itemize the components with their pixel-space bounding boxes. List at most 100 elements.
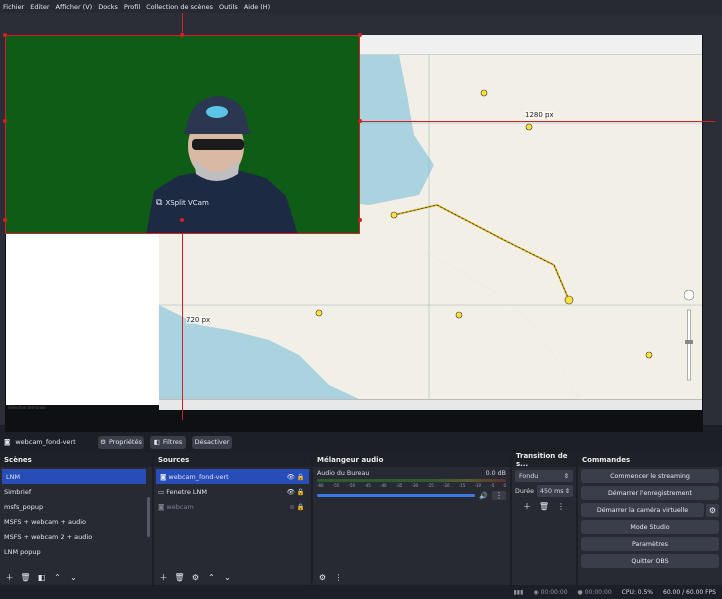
kebab-menu-icon[interactable]: ⋮ xyxy=(492,491,506,500)
scene-item[interactable]: MSFS + webcam + audio xyxy=(0,514,152,529)
pan-control[interactable] xyxy=(684,290,694,301)
quit-button[interactable]: Quitter OBS xyxy=(581,554,719,568)
scene-item[interactable]: Simbrief xyxy=(0,484,152,499)
start-streaming-button[interactable]: Commencer le streaming xyxy=(581,469,719,483)
duration-label: Durée xyxy=(515,487,535,495)
camera-icon: ◙ xyxy=(4,438,11,446)
menu-scene-collection[interactable]: Collection de scènes xyxy=(146,3,213,11)
airport-marker xyxy=(390,211,398,219)
lock-icon[interactable]: 🔒 xyxy=(297,488,305,496)
map-status-text: Sélection terminée xyxy=(8,405,46,410)
scene-filter-icon[interactable]: ◧ xyxy=(36,572,47,583)
kebab-menu-icon[interactable]: ⋮ xyxy=(333,572,344,583)
menu-view[interactable]: Afficher (V) xyxy=(56,3,93,11)
tick-label: -60 xyxy=(317,483,324,488)
source-item-left: ◙ webcam xyxy=(158,503,194,511)
chevron-down-icon[interactable]: ⌄ xyxy=(222,572,233,583)
eye-off-icon[interactable]: ⊘ xyxy=(289,503,294,511)
filters-label: Filtres xyxy=(162,438,183,446)
trash-icon[interactable]: 🗑 xyxy=(174,572,185,583)
lock-icon[interactable]: 🔒 xyxy=(297,503,305,511)
airport-marker xyxy=(564,295,574,305)
transition-title: Transition de s... xyxy=(512,452,576,468)
chevron-up-icon[interactable]: ⌃ xyxy=(206,572,217,583)
preview-area[interactable]: Sélection terminée ⧉ XSplit VCam 1280 px… xyxy=(0,13,722,433)
resize-handle[interactable] xyxy=(3,218,7,222)
start-virtual-camera-button[interactable]: Démarrer la caméra virtuelle xyxy=(581,503,704,517)
kebab-menu-icon[interactable]: ⋮ xyxy=(556,501,567,512)
map-zoom-control[interactable] xyxy=(684,290,694,390)
vcam-watermark: ⧉ XSplit VCam xyxy=(156,198,209,208)
chevron-down-icon[interactable]: ⌄ xyxy=(68,572,79,583)
advanced-audio-icon[interactable]: ⚙ xyxy=(317,572,328,583)
settings-button[interactable]: Paramètres xyxy=(581,537,719,551)
menu-profile[interactable]: Profil xyxy=(124,3,140,11)
source-item[interactable]: ◙ webcam ⊘ 🔒 xyxy=(154,499,311,514)
scenes-scrollbar[interactable] xyxy=(147,497,150,537)
properties-button[interactable]: ⚙ Propriétés xyxy=(98,435,144,449)
distance-label-bottom: 720 px xyxy=(186,316,211,324)
scene-item[interactable]: msfs_popup xyxy=(0,499,152,514)
source-item[interactable]: ▭ Fenetre LNM 👁 🔒 xyxy=(154,484,311,499)
tick-label: 0 xyxy=(503,483,506,488)
trash-icon[interactable]: 🗑 xyxy=(20,572,31,583)
rec-status: ● 00:00:00 xyxy=(578,589,612,596)
chevron-up-icon[interactable]: ⌃ xyxy=(52,572,63,583)
gear-icon[interactable]: ⚙ xyxy=(190,572,201,583)
tick-label: -45 xyxy=(364,483,371,488)
commands-dock: Commandes Commencer le streaming Démarre… xyxy=(578,453,722,585)
source-item-label: webcam_fond-vert xyxy=(168,472,229,481)
speaker-icon[interactable]: 🔊 xyxy=(479,492,488,500)
zoom-thumb[interactable] xyxy=(685,340,693,344)
resize-handle[interactable] xyxy=(358,218,362,222)
commands-title: Commandes xyxy=(578,453,722,467)
scene-item[interactable]: LNM xyxy=(2,469,146,484)
lock-icon[interactable]: 🔒 xyxy=(297,473,305,481)
start-recording-button[interactable]: Démarrer l'enregistrement xyxy=(581,486,719,500)
duration-value: 450 ms xyxy=(540,487,564,495)
menu-help[interactable]: Aide (H) xyxy=(244,3,270,11)
transition-controls: ＋ 🗑 ⋮ xyxy=(512,501,576,512)
mixer-db-value: 0.0 dB xyxy=(485,470,506,477)
menu-tools[interactable]: Outils xyxy=(219,3,238,11)
source-item[interactable]: ◙ webcam_fond-vert 👁 🔒 xyxy=(156,469,309,484)
gear-icon[interactable]: ⚙ xyxy=(706,503,719,517)
zoom-slider[interactable] xyxy=(687,309,691,381)
eye-icon[interactable]: 👁 xyxy=(287,473,295,481)
sunglasses xyxy=(192,139,244,150)
eye-icon[interactable]: 👁 xyxy=(287,488,295,496)
resize-handle[interactable] xyxy=(358,33,362,37)
add-scene-icon[interactable]: ＋ xyxy=(4,572,15,583)
stream-time: 00:00:00 xyxy=(540,588,568,596)
transition-type-select[interactable]: Fondu ⇕ xyxy=(515,470,573,482)
audio-mixer-dock: Mélangeur audio Audio du Bureau 0.0 dB -… xyxy=(313,453,510,585)
resize-handle[interactable] xyxy=(3,33,7,37)
add-source-icon[interactable]: ＋ xyxy=(158,572,169,583)
add-transition-icon[interactable]: ＋ xyxy=(522,501,533,512)
tick-label: -50 xyxy=(348,483,356,488)
source-item-left: ▭ Fenetre LNM xyxy=(158,488,207,496)
airport-marker xyxy=(480,89,488,97)
resize-handle[interactable] xyxy=(180,218,184,222)
menu-docks[interactable]: Docks xyxy=(98,3,118,11)
menu-file[interactable]: Fichier xyxy=(3,3,24,11)
tick-label: -25 xyxy=(427,483,434,488)
menu-edit[interactable]: Editer xyxy=(30,3,49,11)
duration-spinbox[interactable]: 450 ms ⇕ xyxy=(537,485,573,497)
filters-button[interactable]: ◧ Filtres xyxy=(150,435,186,449)
scene-item[interactable]: LNM popup xyxy=(0,544,152,559)
webcam-green-screen-source[interactable]: ⧉ XSplit VCam xyxy=(5,35,360,234)
network-icon: ▮▮▮ xyxy=(513,588,524,596)
studio-mode-button[interactable]: Mode Studio xyxy=(581,520,719,534)
volume-slider[interactable] xyxy=(317,494,476,497)
fps-readout: 60.00 / 60.00 FPS xyxy=(663,588,716,596)
trash-icon[interactable]: 🗑 xyxy=(539,501,550,512)
tick-label: -10 xyxy=(474,483,482,488)
current-source: ◙ webcam_fond-vert xyxy=(4,438,92,446)
sources-title: Sources xyxy=(154,453,311,467)
resize-handle[interactable] xyxy=(3,119,7,123)
scene-item[interactable]: MSFS + webcam 2 + audio xyxy=(0,529,152,544)
deactivate-button[interactable]: Désactiver xyxy=(192,435,232,449)
meter-ticks: -60 -55 -50 -45 -40 -35 -30 -25 -20 -15 … xyxy=(317,483,506,488)
map-bottom-scrollbar[interactable] xyxy=(159,399,702,410)
